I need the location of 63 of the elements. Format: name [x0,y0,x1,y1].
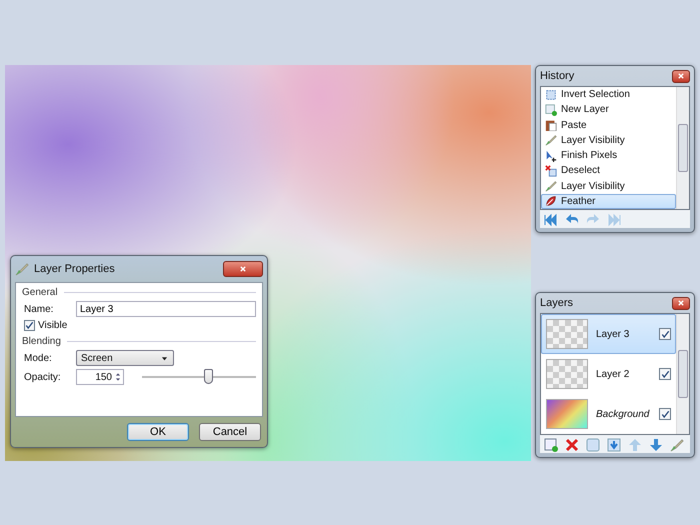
visibility-checkbox[interactable] [659,408,671,420]
group-heading: General [22,287,58,298]
history-item[interactable]: Invert Selection [541,87,676,102]
layer-item[interactable]: Background [541,394,676,434]
window-title: Layers [540,297,574,309]
brush-icon [545,180,557,192]
history-item[interactable]: Feather [541,194,676,209]
history-item[interactable]: New Layer [541,102,676,118]
layer-thumbnail [546,399,588,429]
feather-icon [545,195,557,208]
close-button[interactable] [672,70,690,82]
layer-thumbnail [546,319,588,349]
slider-thumb[interactable] [204,368,214,384]
field-label: Mode: [23,352,53,364]
dialog-button[interactable]: OK [127,423,189,441]
field-label: Opacity: [23,372,62,382]
mode-dropdown[interactable]: Screen [76,350,174,366]
close-icon [676,298,686,308]
clipboard-icon [545,119,557,132]
new-layer-icon [545,104,557,116]
visibility-checkbox[interactable] [659,328,671,340]
down-arrow-icon[interactable] [649,438,663,452]
merge-down-icon[interactable] [607,438,621,452]
name-field[interactable]: Layer 3 [76,301,256,317]
duplicate-icon[interactable] [586,438,600,452]
history-item[interactable]: Layer Visibility [541,132,676,148]
add-layer-icon[interactable] [544,438,558,452]
close-icon [676,71,686,81]
checkbox-label: Visible [38,320,68,331]
layer-name: Background [596,408,650,420]
dialog-button[interactable]: Cancel [199,423,261,441]
history-item[interactable]: Finish Pixels [541,148,676,164]
cursor-icon [545,150,557,162]
brush-icon[interactable] [670,438,684,452]
window-title: History [540,70,576,82]
layer-thumbnail [546,359,588,389]
scrollbar[interactable] [676,87,689,209]
layer-name: Layer 3 [596,328,630,340]
layer-name: Layer 2 [596,368,630,380]
checkmark-icon [660,410,670,418]
opacity-spinner[interactable]: 150 [76,369,124,385]
layer-item[interactable]: Layer 2 [541,354,676,394]
history-item[interactable]: Paste [541,118,676,133]
delete-icon[interactable] [565,438,579,452]
checkmark-icon [660,330,670,338]
window-title: Layer Properties [34,263,116,275]
brush-icon [545,134,557,146]
close-icon [238,264,248,274]
visible-checkbox[interactable] [24,320,35,331]
visibility-checkbox[interactable] [659,368,671,380]
deselect-icon [545,164,557,177]
close-button[interactable] [223,261,263,277]
checkmark-icon [660,370,670,378]
scrollbar[interactable] [676,314,689,434]
history-item[interactable]: Layer Visibility [541,178,676,194]
layer-item[interactable]: Layer 3 [541,314,676,354]
history-item[interactable]: Deselect [541,163,676,178]
selection-icon [545,88,557,101]
field-label: Name: [23,304,54,314]
close-button[interactable] [672,296,690,310]
brush-icon [15,262,29,276]
checkmark-icon [25,321,34,330]
group-heading: Blending [22,336,61,347]
